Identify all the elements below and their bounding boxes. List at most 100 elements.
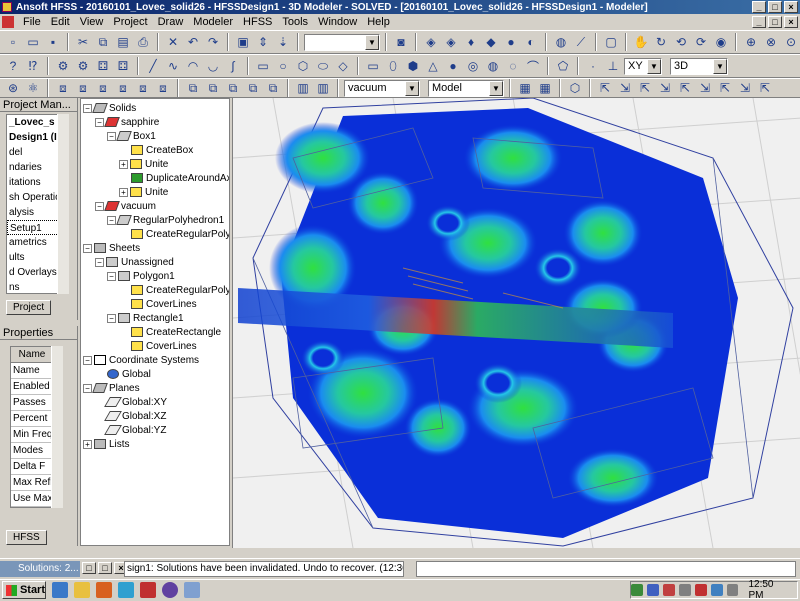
mode-select[interactable]: Model ▼	[428, 79, 504, 97]
field-plot-canvas[interactable]	[233, 98, 800, 548]
tree-item-vacuum[interactable]: − vacuum	[95, 199, 156, 213]
minimize-button[interactable]: _	[752, 1, 766, 13]
tree-item-coverlines[interactable]: CoverLines	[131, 339, 197, 353]
tree-item-coverlines[interactable]: CoverLines	[131, 297, 197, 311]
show-icon[interactable]: ⇱	[756, 79, 774, 97]
select-by-name-icon[interactable]: ⇲	[696, 79, 714, 97]
property-row[interactable]: Enabled	[11, 379, 53, 395]
menu-hfss[interactable]: HFSS	[238, 16, 277, 28]
spline-icon[interactable]: ∿	[164, 57, 182, 75]
property-row[interactable]: Max Refin.	[11, 475, 53, 491]
tree-item-regular-polyhedron[interactable]: − RegularPolyhedron1	[107, 213, 224, 227]
arc-icon[interactable]: ◠	[184, 57, 202, 75]
tree-item-unassigned[interactable]: − Unassigned	[95, 255, 174, 269]
rotate-object-icon[interactable]: ⧉	[204, 79, 222, 97]
boundary-icon[interactable]: ◈	[442, 33, 460, 51]
properties-vertical-scrollbar[interactable]	[51, 346, 63, 508]
property-row[interactable]: Delta F	[11, 459, 53, 475]
pan-icon[interactable]: ✋	[632, 33, 650, 51]
bondwire-icon[interactable]: ⌒	[524, 57, 542, 75]
zoom-in-icon[interactable]: ⊙	[782, 33, 800, 51]
circle-icon[interactable]: ○	[274, 57, 292, 75]
cone-icon[interactable]: △	[424, 57, 442, 75]
acrobat-icon[interactable]	[694, 584, 707, 596]
ellipse-icon[interactable]: ⬭	[314, 57, 332, 75]
tree-item-plane-yz[interactable]: Global:YZ	[104, 423, 166, 437]
thicken-icon[interactable]: ▥	[314, 79, 332, 97]
property-row[interactable]: Name	[11, 363, 53, 379]
cut-icon[interactable]: ✂	[74, 33, 92, 51]
doc-minimize-button[interactable]: _	[752, 16, 766, 28]
tree-item-box1[interactable]: − Box1	[107, 129, 156, 143]
doc-close-button[interactable]: ×	[784, 16, 798, 28]
mesh-icon[interactable]: ◆	[482, 33, 500, 51]
origin-icon[interactable]: ⊥	[604, 57, 622, 75]
split-icon[interactable]: ⧈	[134, 79, 152, 97]
copy-icon[interactable]: ⧉	[94, 33, 112, 51]
media-player-icon[interactable]	[96, 582, 112, 598]
tree-item-planes[interactable]: − Planes	[83, 381, 140, 395]
menu-modeler[interactable]: Modeler	[188, 16, 238, 28]
options-icon[interactable]: ⚙	[74, 57, 92, 75]
sweep-icon[interactable]: ⊛	[4, 79, 22, 97]
layers-icon[interactable]: ⚃	[114, 57, 132, 75]
tree-item-solids[interactable]: − Solids	[83, 101, 136, 115]
arc-center-icon[interactable]: ◡	[204, 57, 222, 75]
tree-item-plane-xy[interactable]: Global:XY	[104, 395, 167, 409]
intersect-icon[interactable]: ⧈	[94, 79, 112, 97]
notepad-icon[interactable]	[184, 582, 200, 598]
tab-project[interactable]: Project	[6, 300, 52, 315]
fit-selection-icon[interactable]: ⊗	[762, 33, 780, 51]
plane-select[interactable]: XY ▼	[624, 57, 662, 75]
move-object-icon[interactable]: ⧉	[184, 79, 202, 97]
select-object-icon[interactable]: ⇱	[596, 79, 614, 97]
open-icon[interactable]: ▭	[24, 33, 42, 51]
office-icon[interactable]	[140, 582, 156, 598]
sphere-icon[interactable]: ●	[444, 57, 462, 75]
excitation-icon[interactable]: ♦	[462, 33, 480, 51]
tree-item-unite[interactable]: + Unite	[119, 185, 168, 199]
color-icon[interactable]: ▦	[516, 79, 534, 97]
solutions-restore-button[interactable]: □	[82, 562, 96, 574]
undo-icon[interactable]: ↶	[184, 33, 202, 51]
menu-window[interactable]: Window	[313, 16, 362, 28]
relative-cs-icon[interactable]: ⬠	[554, 57, 572, 75]
imprint-icon[interactable]: ⧈	[114, 79, 132, 97]
mirror-icon[interactable]: ⧉	[224, 79, 242, 97]
tree-item-sapphire[interactable]: − sapphire	[95, 115, 159, 129]
results-icon[interactable]: ◐	[522, 33, 540, 51]
redo-icon[interactable]: ↷	[204, 33, 222, 51]
dimension-select[interactable]: 3D ▼	[670, 57, 728, 75]
solutions-maximize-button[interactable]: □	[98, 562, 112, 574]
tree-item-unite[interactable]: + Unite	[119, 157, 168, 171]
tree-item-duplicate[interactable]: DuplicateAroundAxi	[131, 171, 229, 185]
project-vertical-scrollbar[interactable]	[57, 114, 69, 294]
menu-project[interactable]: Project	[108, 16, 152, 28]
rotate-icon[interactable]: ⇣	[274, 33, 292, 51]
help-icon[interactable]: ?	[4, 57, 22, 75]
point-icon[interactable]: ·	[584, 57, 602, 75]
field-overlay-icon[interactable]: ◍	[552, 33, 570, 51]
cylinder-icon[interactable]: ⬯	[384, 57, 402, 75]
start-button[interactable]: Start	[2, 581, 46, 599]
message-log[interactable]: sign1: Solutions have been invalidated. …	[124, 561, 404, 577]
equation-curve-icon[interactable]: ∫	[224, 57, 242, 75]
property-row[interactable]: Min Freq	[11, 427, 53, 443]
new-icon[interactable]: ▫	[4, 33, 22, 51]
surface-icon[interactable]: ◇	[334, 57, 352, 75]
email-icon[interactable]	[118, 582, 134, 598]
delete-icon[interactable]: ✕	[164, 33, 182, 51]
rectangle-icon[interactable]: ▭	[254, 57, 272, 75]
atom-icon[interactable]: ⚛	[24, 79, 42, 97]
print-icon[interactable]: ⎙	[134, 33, 152, 51]
tree-item-create-rectangle[interactable]: CreateRectangle	[131, 325, 221, 339]
paste-icon[interactable]: ▤	[114, 33, 132, 51]
tree-item-plane-xz[interactable]: Global:XZ	[104, 409, 166, 423]
maximize-button[interactable]: □	[768, 1, 782, 13]
menu-draw[interactable]: Draw	[153, 16, 189, 28]
sweep-along-icon[interactable]: ▥	[294, 79, 312, 97]
settings-icon[interactable]: ⚙	[54, 57, 72, 75]
wireframe-icon[interactable]: ⬡	[566, 79, 584, 97]
polyhedron-icon[interactable]: ⬢	[404, 57, 422, 75]
system-clock[interactable]: 12:50 PM	[748, 579, 791, 601]
